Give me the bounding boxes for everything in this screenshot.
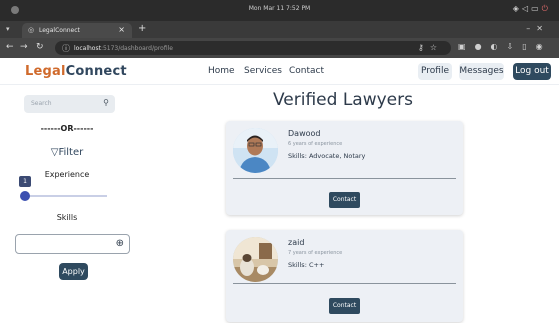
key-icon[interactable]: ⚷ — [418, 43, 430, 52]
browser-tab[interactable]: ◎ LegalConnect × — [22, 23, 132, 38]
tab-close-icon[interactable]: × — [118, 25, 125, 34]
messages-button[interactable]: Messages — [459, 63, 504, 80]
os-clock[interactable]: Mon Mar 11 7:52 PM — [0, 5, 559, 12]
contact-button[interactable]: Contact — [329, 192, 360, 208]
lawyer-card: zaid 7 years of experience Skills: C++ C… — [226, 230, 463, 322]
lawyer-skills-label: Skills: — [288, 152, 307, 160]
close-icon[interactable]: ✕ — [536, 24, 549, 33]
extension-icons: ▣●◐⇩▯◉ — [458, 42, 552, 51]
browser-toolbar: ← → ↻ ⓘ localhost:5173/dashboard/profile… — [0, 38, 559, 58]
extension-icon[interactable]: ● — [475, 42, 491, 51]
lawyer-name: Dawood — [288, 129, 321, 138]
forward-icon[interactable]: → — [20, 42, 28, 52]
search-icon[interactable]: ⚲ — [103, 98, 109, 107]
lawyer-experience: 7 years of experience — [288, 250, 343, 256]
add-skill-icon[interactable]: ⊕ — [116, 238, 124, 249]
nav-link-home[interactable]: Home — [208, 66, 235, 76]
dog-photo-icon — [233, 237, 278, 282]
address-bar[interactable]: ⓘ localhost:5173/dashboard/profile ⚷☆ — [55, 41, 451, 55]
or-divider: ------OR------ — [40, 124, 94, 133]
download-icon[interactable]: ⇩ — [507, 42, 523, 51]
page-title: Verified Lawyers — [272, 90, 413, 110]
app-navbar: LegalConnect Home Services Contact Profi… — [0, 58, 559, 85]
lawyer-name: zaid — [288, 238, 305, 247]
site-info-icon[interactable]: ⓘ — [62, 43, 70, 54]
url-host: localhost — [74, 45, 101, 52]
battery-icon[interactable]: ▭ — [531, 4, 542, 13]
url-path: :5173/dashboard/profile — [100, 45, 173, 52]
tab-search-icon[interactable]: ▾ — [6, 25, 10, 33]
brand-logo[interactable]: LegalConnect — [25, 64, 127, 79]
experience-slider-thumb[interactable] — [20, 191, 30, 201]
lawyer-experience: 6 years of experience — [288, 141, 343, 147]
address-bar-actions: ⚷☆ — [418, 43, 443, 52]
new-tab-button[interactable]: + — [138, 23, 146, 34]
brand-prefix: Legal — [25, 64, 66, 79]
tab-title: LegalConnect — [39, 27, 80, 34]
lawyer-skills-label: Skills: — [288, 261, 307, 269]
apply-button[interactable]: Apply — [59, 263, 88, 280]
brand-suffix: Connect — [65, 64, 127, 79]
filter-heading[interactable]: ▽Filter — [0, 147, 134, 158]
profile-button[interactable]: Profile — [418, 63, 452, 80]
experience-value-badge: 1 — [19, 176, 31, 187]
search-input[interactable]: Search ⚲ — [24, 95, 115, 113]
lawyer-card: Dawood 6 years of experience Skills: Adv… — [226, 121, 463, 215]
lawyer-skills: Skills: Advocate, Notary — [288, 152, 365, 160]
minimize-icon[interactable]: – — [526, 24, 536, 33]
nav-link-services[interactable]: Services — [244, 66, 282, 76]
network-icon[interactable]: ◈ — [513, 4, 522, 13]
nav-link-contact[interactable]: Contact — [289, 66, 324, 76]
card-divider — [233, 178, 456, 179]
lawyer-skills-value: C++ — [308, 261, 325, 269]
url-text[interactable]: localhost:5173/dashboard/profile — [74, 45, 173, 52]
os-top-bar: Mon Mar 11 7:52 PM ◈◁▭⏻ — [0, 0, 559, 21]
back-icon[interactable]: ← — [6, 42, 14, 52]
lawyer-skills-value: Advocate, Notary — [308, 152, 366, 160]
system-tray[interactable]: ◈◁▭⏻ — [513, 4, 551, 14]
power-icon[interactable]: ⏻ — [542, 4, 551, 13]
extension-icon[interactable]: ◐ — [491, 42, 507, 51]
avatar — [233, 128, 278, 173]
window-controls: –✕ — [526, 24, 549, 33]
card-divider — [233, 283, 456, 284]
avatar — [233, 237, 278, 282]
favicon-icon: ◎ — [28, 26, 35, 34]
search-placeholder: Search — [31, 100, 52, 107]
browser-tab-strip: ▾ ◎ LegalConnect × + –✕ — [0, 21, 559, 38]
volume-icon[interactable]: ◁ — [522, 4, 531, 13]
skills-input[interactable]: ⊕ — [15, 234, 130, 254]
logout-button[interactable]: Log out — [513, 63, 551, 80]
contact-button[interactable]: Contact — [329, 298, 360, 314]
reload-icon[interactable]: ↻ — [36, 42, 44, 52]
extension-icon[interactable]: ▣ — [458, 42, 475, 51]
lawyer-skills: Skills: C++ — [288, 261, 324, 269]
person-photo-icon — [233, 128, 278, 173]
sidebar-icon[interactable]: ▯ — [522, 42, 535, 51]
profile-icon[interactable]: ◉ — [536, 42, 552, 51]
bookmark-star-icon[interactable]: ☆ — [430, 43, 443, 52]
skills-label: Skills — [56, 213, 78, 222]
experience-slider-track[interactable] — [26, 195, 107, 197]
filter-label: Filter — [58, 147, 84, 158]
